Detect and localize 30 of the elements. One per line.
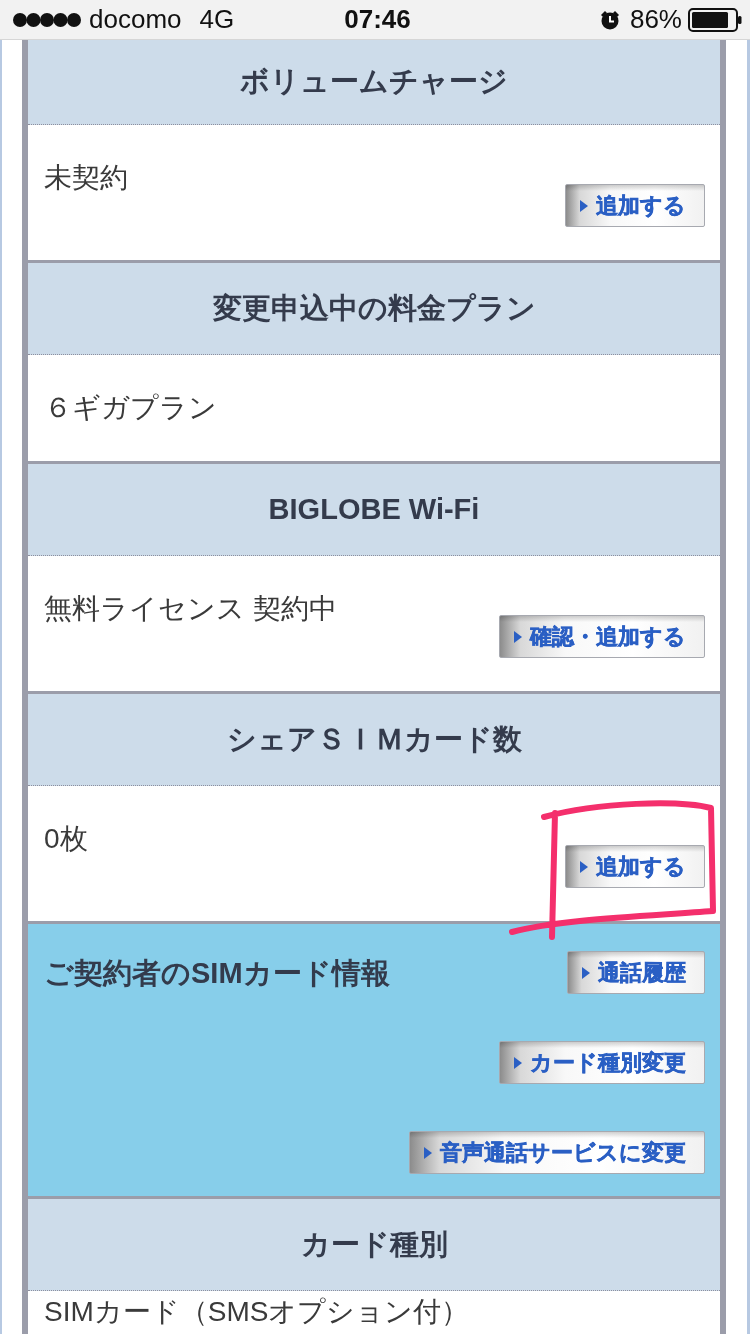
- triangle-icon: [424, 1146, 432, 1159]
- section-heading: BIGLOBE Wi-Fi: [28, 464, 720, 556]
- action-button[interactable]: カード種別変更: [499, 1041, 705, 1084]
- panel-title: ご契約者のSIMカード情報: [44, 956, 390, 991]
- triangle-icon: [580, 860, 588, 873]
- signal-icon: [13, 12, 81, 27]
- carrier-name: docomo: [89, 4, 182, 35]
- action-button[interactable]: 追加する: [565, 845, 705, 888]
- section-heading: 変更申込中の料金プラン: [28, 263, 720, 355]
- battery-icon: [688, 7, 742, 32]
- clock-time: 07:46: [344, 4, 411, 35]
- section-value: 無料ライセンス 契約中: [44, 592, 337, 626]
- triangle-icon: [514, 1056, 522, 1069]
- section-heading: カード種別: [28, 1199, 720, 1291]
- action-button[interactable]: 追加する: [565, 184, 705, 227]
- section-value: 0枚: [44, 822, 88, 856]
- action-button[interactable]: 音声通話サービスに変更: [409, 1131, 705, 1174]
- network-type: 4G: [199, 4, 235, 35]
- section-heading: ボリュームチャージ: [28, 40, 720, 125]
- alarm-clock-icon: [599, 9, 620, 30]
- action-button[interactable]: 通話履歴: [567, 951, 705, 994]
- action-button[interactable]: 確認・追加する: [499, 615, 705, 658]
- triangle-icon: [514, 630, 522, 643]
- battery-percent: 86%: [629, 4, 682, 35]
- section-value: ６ギガプラン: [44, 391, 217, 425]
- section-value: SIMカード（SMSオプション付）: [44, 1295, 470, 1329]
- section-value: 未契約: [44, 161, 128, 195]
- triangle-icon: [582, 966, 590, 979]
- triangle-icon: [580, 199, 588, 212]
- section-heading: シェアＳＩＭカード数: [28, 694, 720, 786]
